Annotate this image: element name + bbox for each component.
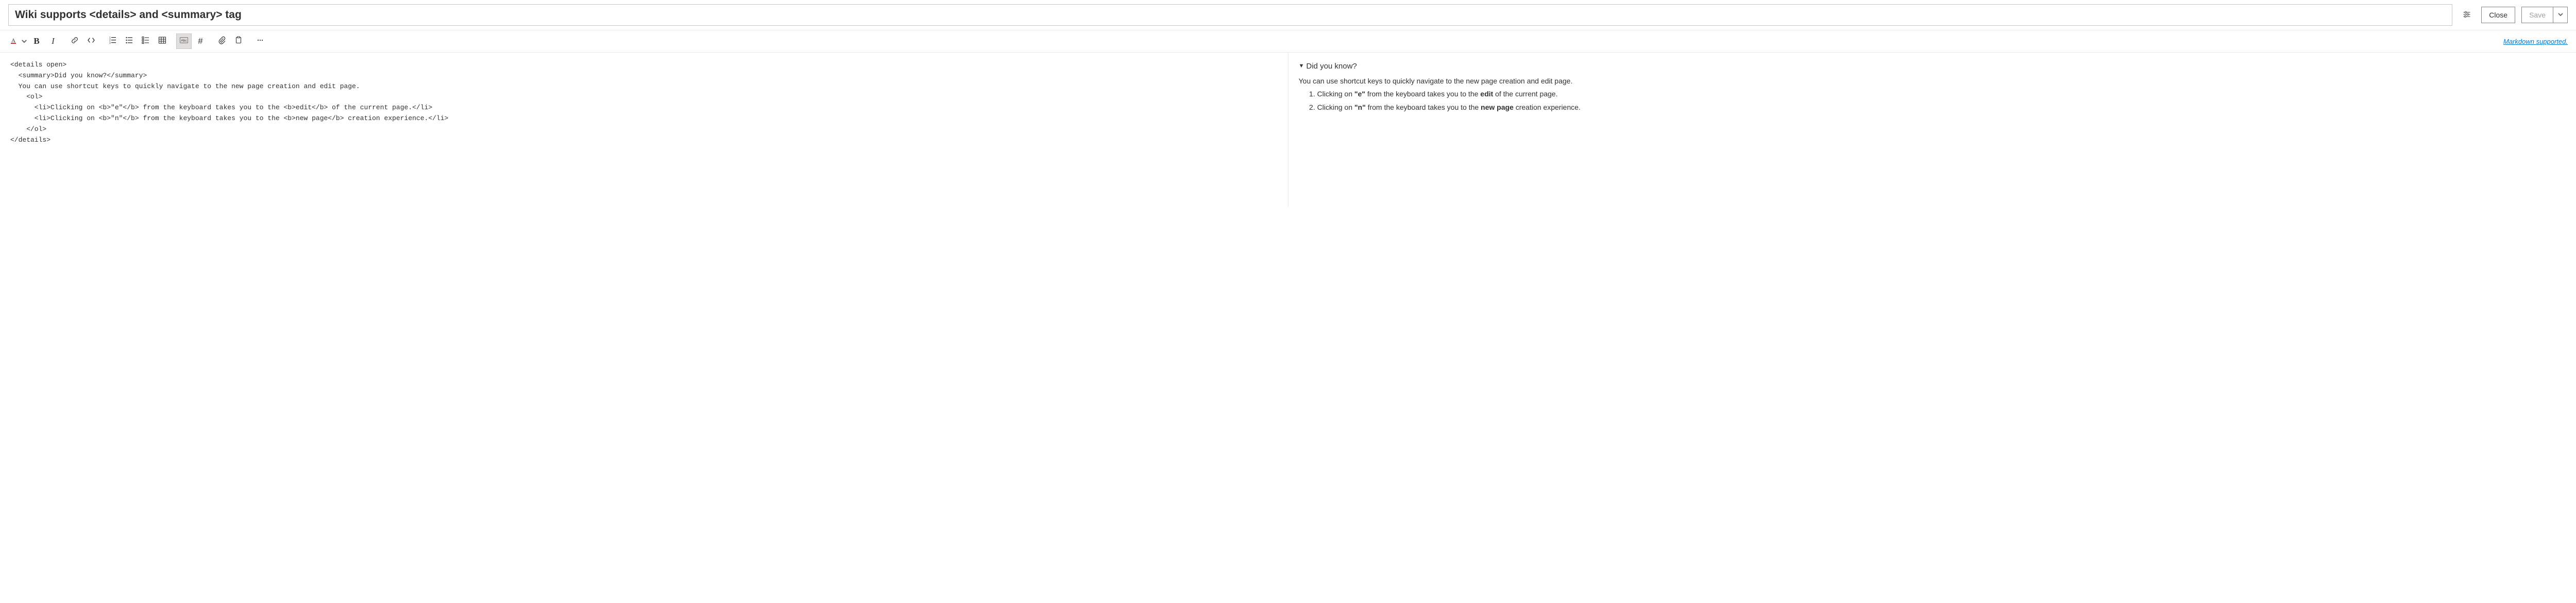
bold-fragment: "e" xyxy=(1354,90,1365,98)
close-button[interactable]: Close xyxy=(2481,7,2515,23)
preview-intro-text: You can use shortcut keys to quickly nav… xyxy=(1299,75,2566,88)
text-fragment: Clicking on xyxy=(1317,90,1354,98)
text-fragment: from the keyboard takes you to the xyxy=(1365,90,1480,98)
preview-body: You can use shortcut keys to quickly nav… xyxy=(1299,75,2566,114)
list-item: Clicking on "e" from the keyboard takes … xyxy=(1317,88,2566,100)
svg-text:Abc: Abc xyxy=(181,39,187,42)
clipboard-icon xyxy=(234,36,243,46)
unordered-list-icon xyxy=(125,36,133,46)
svg-text:3: 3 xyxy=(109,42,111,44)
chevron-down-icon xyxy=(2556,10,2565,20)
font-color-button[interactable]: A xyxy=(8,34,20,49)
font-color-icon: A xyxy=(10,36,18,46)
markdown-supported-link[interactable]: Markdown supported. xyxy=(2503,38,2568,45)
unordered-list-button[interactable] xyxy=(122,34,137,49)
settings-button[interactable] xyxy=(2459,7,2475,23)
bold-icon: B xyxy=(33,36,39,46)
link-button[interactable] xyxy=(67,34,82,49)
list-item: Clicking on "n" from the keyboard takes … xyxy=(1317,102,2566,114)
bold-fragment: edit xyxy=(1480,90,1493,98)
italic-button[interactable]: I xyxy=(45,34,61,49)
more-icon xyxy=(256,36,264,46)
text-fragment: of the current page. xyxy=(1493,90,1557,98)
checklist-button[interactable] xyxy=(138,34,154,49)
text-fragment: from the keyboard takes you to the xyxy=(1366,103,1481,111)
editor-split: <details open> <summary>Did you know?</s… xyxy=(0,53,2576,207)
italic-icon: I xyxy=(52,36,55,46)
hash-icon: # xyxy=(198,36,202,46)
save-button[interactable]: Save xyxy=(2521,7,2553,23)
formatting-toolbar: A B I 123 xyxy=(0,30,2576,53)
title-bar: Close Save xyxy=(0,0,2576,30)
font-color-chevron[interactable] xyxy=(21,34,28,49)
abc-button[interactable]: Abc xyxy=(176,34,192,49)
preview-summary-text: Did you know? xyxy=(1306,60,1357,73)
table-button[interactable] xyxy=(155,34,170,49)
code-button[interactable] xyxy=(83,34,99,49)
paperclip-icon xyxy=(218,36,226,46)
preview-summary-row[interactable]: ▼ Did you know? xyxy=(1299,60,2566,73)
text-fragment: creation experience. xyxy=(1514,103,1581,111)
sliders-icon xyxy=(2463,10,2471,20)
save-dropdown-button[interactable] xyxy=(2553,7,2568,23)
bold-fragment: new page xyxy=(1481,103,1514,111)
preview-pane: ▼ Did you know? You can use shortcut key… xyxy=(1289,53,2576,207)
bold-button[interactable]: B xyxy=(29,34,44,49)
toolbar-right-group: Markdown supported. xyxy=(2503,37,2568,45)
page-title-input[interactable] xyxy=(8,4,2452,26)
preview-list: Clicking on "e" from the keyboard takes … xyxy=(1317,88,2566,114)
source-editor[interactable]: <details open> <summary>Did you know?</s… xyxy=(0,53,1289,207)
ordered-list-icon: 123 xyxy=(109,36,117,46)
text-fragment: Clicking on xyxy=(1317,103,1354,111)
triangle-down-icon: ▼ xyxy=(1299,61,1304,71)
checklist-icon xyxy=(142,36,150,46)
table-icon xyxy=(158,36,166,46)
link-icon xyxy=(71,36,79,46)
save-button-group: Save xyxy=(2521,7,2568,23)
ordered-list-button[interactable]: 123 xyxy=(105,34,121,49)
more-button[interactable] xyxy=(252,34,268,49)
hash-button[interactable]: # xyxy=(193,34,208,49)
code-icon xyxy=(87,36,95,46)
bold-fragment: "n" xyxy=(1354,103,1366,111)
toolbar-left-group: A B I 123 xyxy=(8,34,268,49)
attach-button[interactable] xyxy=(214,34,230,49)
wiki-editor-root: Close Save A B I xyxy=(0,0,2576,207)
abc-icon: Abc xyxy=(180,36,188,46)
clipboard-button[interactable] xyxy=(231,34,246,49)
